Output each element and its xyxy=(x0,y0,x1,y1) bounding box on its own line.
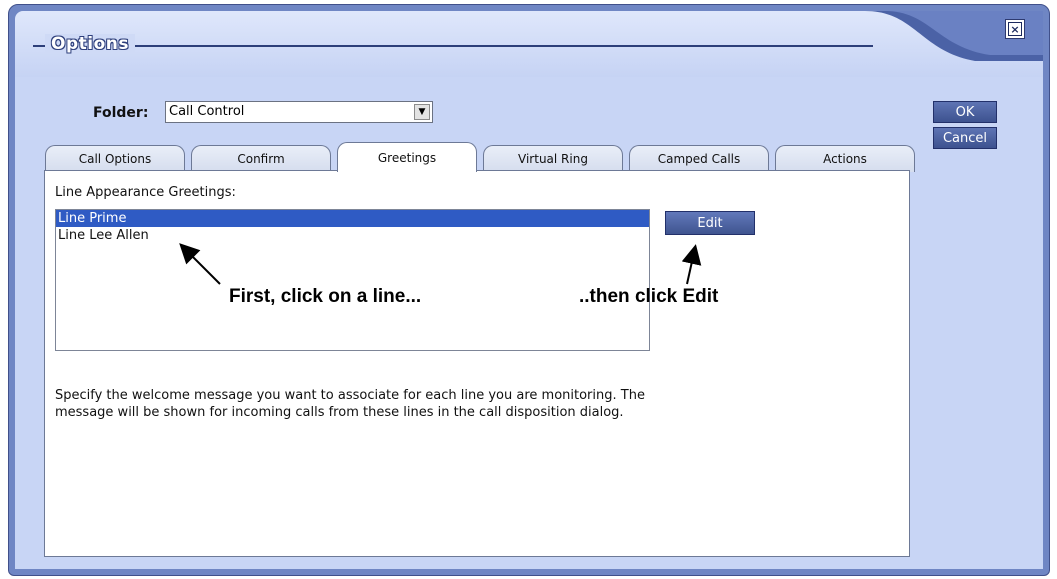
arrow-to-edit xyxy=(681,244,702,285)
arrow-to-line xyxy=(179,243,221,285)
annotation-arrows xyxy=(179,243,702,285)
